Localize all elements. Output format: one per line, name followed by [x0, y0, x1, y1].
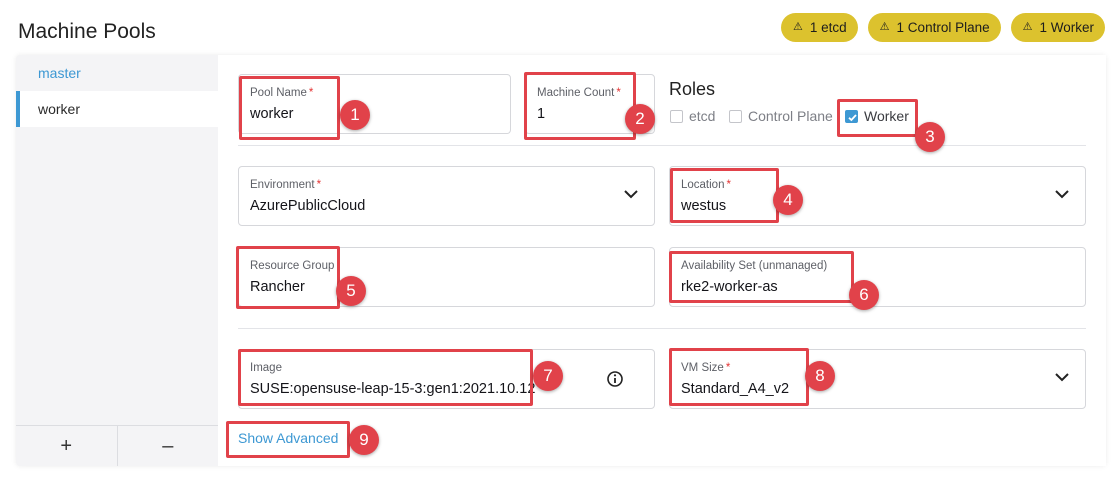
pool-name-label: Pool Name * — [250, 87, 314, 99]
badge-label: 1 etcd — [809, 20, 847, 35]
pool-actions: + – — [16, 425, 218, 466]
control-plane-count-badge: ⚠ 1 Control Plane — [867, 13, 1001, 42]
availability-set-value: rke2-worker-as — [681, 279, 778, 295]
annotation-number: 1 — [340, 100, 370, 130]
availability-set-label: Availability Set (unmanaged) — [681, 260, 828, 272]
pool-name-value: worker — [250, 106, 294, 122]
annotation-number: 7 — [533, 361, 563, 391]
remove-pool-button[interactable]: – — [116, 426, 219, 466]
worker-count-badge: ⚠ 1 Worker — [1010, 13, 1105, 42]
pool-name-field[interactable]: Pool Name * worker — [238, 74, 511, 134]
location-label: Location * — [681, 179, 731, 191]
warning-triangle-icon: ⚠ — [793, 21, 803, 33]
chevron-down-icon — [624, 190, 638, 199]
vm-size-label: VM Size * — [681, 362, 731, 374]
vm-size-select[interactable]: VM Size * Standard_A4_v2 — [669, 349, 1086, 409]
etcd-count-badge: ⚠ 1 etcd — [781, 13, 858, 42]
resource-group-value: Rancher — [250, 279, 305, 295]
machine-count-label: Machine Count * — [537, 87, 621, 99]
checkbox-icon — [670, 109, 683, 123]
machine-pools-page: Machine Pools ⚠ 1 etcd ⚠ 1 Control Plane… — [0, 0, 1111, 479]
annotation-number: 9 — [349, 425, 379, 455]
role-control-plane-checkbox[interactable]: Control Plane — [729, 108, 833, 124]
role-label: Worker — [864, 108, 909, 124]
annotation-number: 6 — [849, 280, 879, 310]
image-label: Image — [250, 362, 282, 374]
roles-heading: Roles — [669, 79, 716, 99]
checkbox-checked-icon — [845, 109, 858, 123]
environment-label: Environment * — [250, 179, 322, 191]
resource-group-label: Resource Group — [250, 260, 335, 272]
pool-tab-master[interactable]: master — [16, 55, 218, 91]
annotation-number: 3 — [915, 122, 945, 152]
pool-tab-label: worker — [38, 101, 81, 117]
role-etcd-checkbox[interactable]: etcd — [670, 108, 715, 124]
location-value: westus — [681, 198, 727, 214]
badge-label: 1 Control Plane — [896, 20, 990, 35]
annotation-number: 4 — [773, 185, 803, 215]
pool-tab-label: master — [38, 65, 81, 81]
chevron-down-icon — [1055, 190, 1069, 199]
pool-sidebar: master worker + – — [16, 55, 218, 466]
role-label: Control Plane — [748, 108, 833, 124]
role-label: etcd — [689, 108, 716, 124]
page-title: Machine Pools — [18, 20, 156, 43]
warning-triangle-icon: ⚠ — [879, 21, 890, 33]
environment-value: AzurePublicCloud — [250, 198, 366, 214]
badge-label: 1 Worker — [1039, 20, 1094, 35]
add-pool-button[interactable]: + — [16, 426, 117, 466]
info-circle-icon[interactable] — [606, 370, 624, 388]
resource-group-field[interactable]: Resource Group Rancher — [238, 247, 655, 307]
annotation-number: 8 — [805, 361, 835, 391]
environment-select[interactable]: Environment * AzurePublicCloud — [238, 166, 655, 226]
image-field[interactable]: Image SUSE:opensuse-leap-15-3:gen1:2021.… — [238, 349, 655, 409]
image-value: SUSE:opensuse-leap-15-3:gen1:2021.10.12 — [250, 381, 536, 397]
annotation-number: 5 — [336, 276, 366, 306]
pool-tab-worker[interactable]: worker — [16, 91, 218, 127]
machine-count-value: 1 — [537, 106, 546, 122]
role-count-badges: ⚠ 1 etcd ⚠ 1 Control Plane ⚠ 1 Worker — [781, 13, 1105, 42]
location-select[interactable]: Location * westus — [669, 166, 1086, 226]
section-divider — [238, 145, 1086, 146]
section-divider — [238, 328, 1086, 329]
chevron-down-icon — [1055, 373, 1069, 382]
warning-triangle-icon: ⚠ — [1022, 21, 1033, 33]
show-advanced-link[interactable]: Show Advanced — [238, 430, 338, 446]
checkbox-icon — [729, 109, 742, 123]
role-worker-checkbox[interactable]: Worker — [845, 108, 909, 124]
annotation-number: 2 — [625, 104, 655, 134]
vm-size-value: Standard_A4_v2 — [681, 381, 790, 397]
